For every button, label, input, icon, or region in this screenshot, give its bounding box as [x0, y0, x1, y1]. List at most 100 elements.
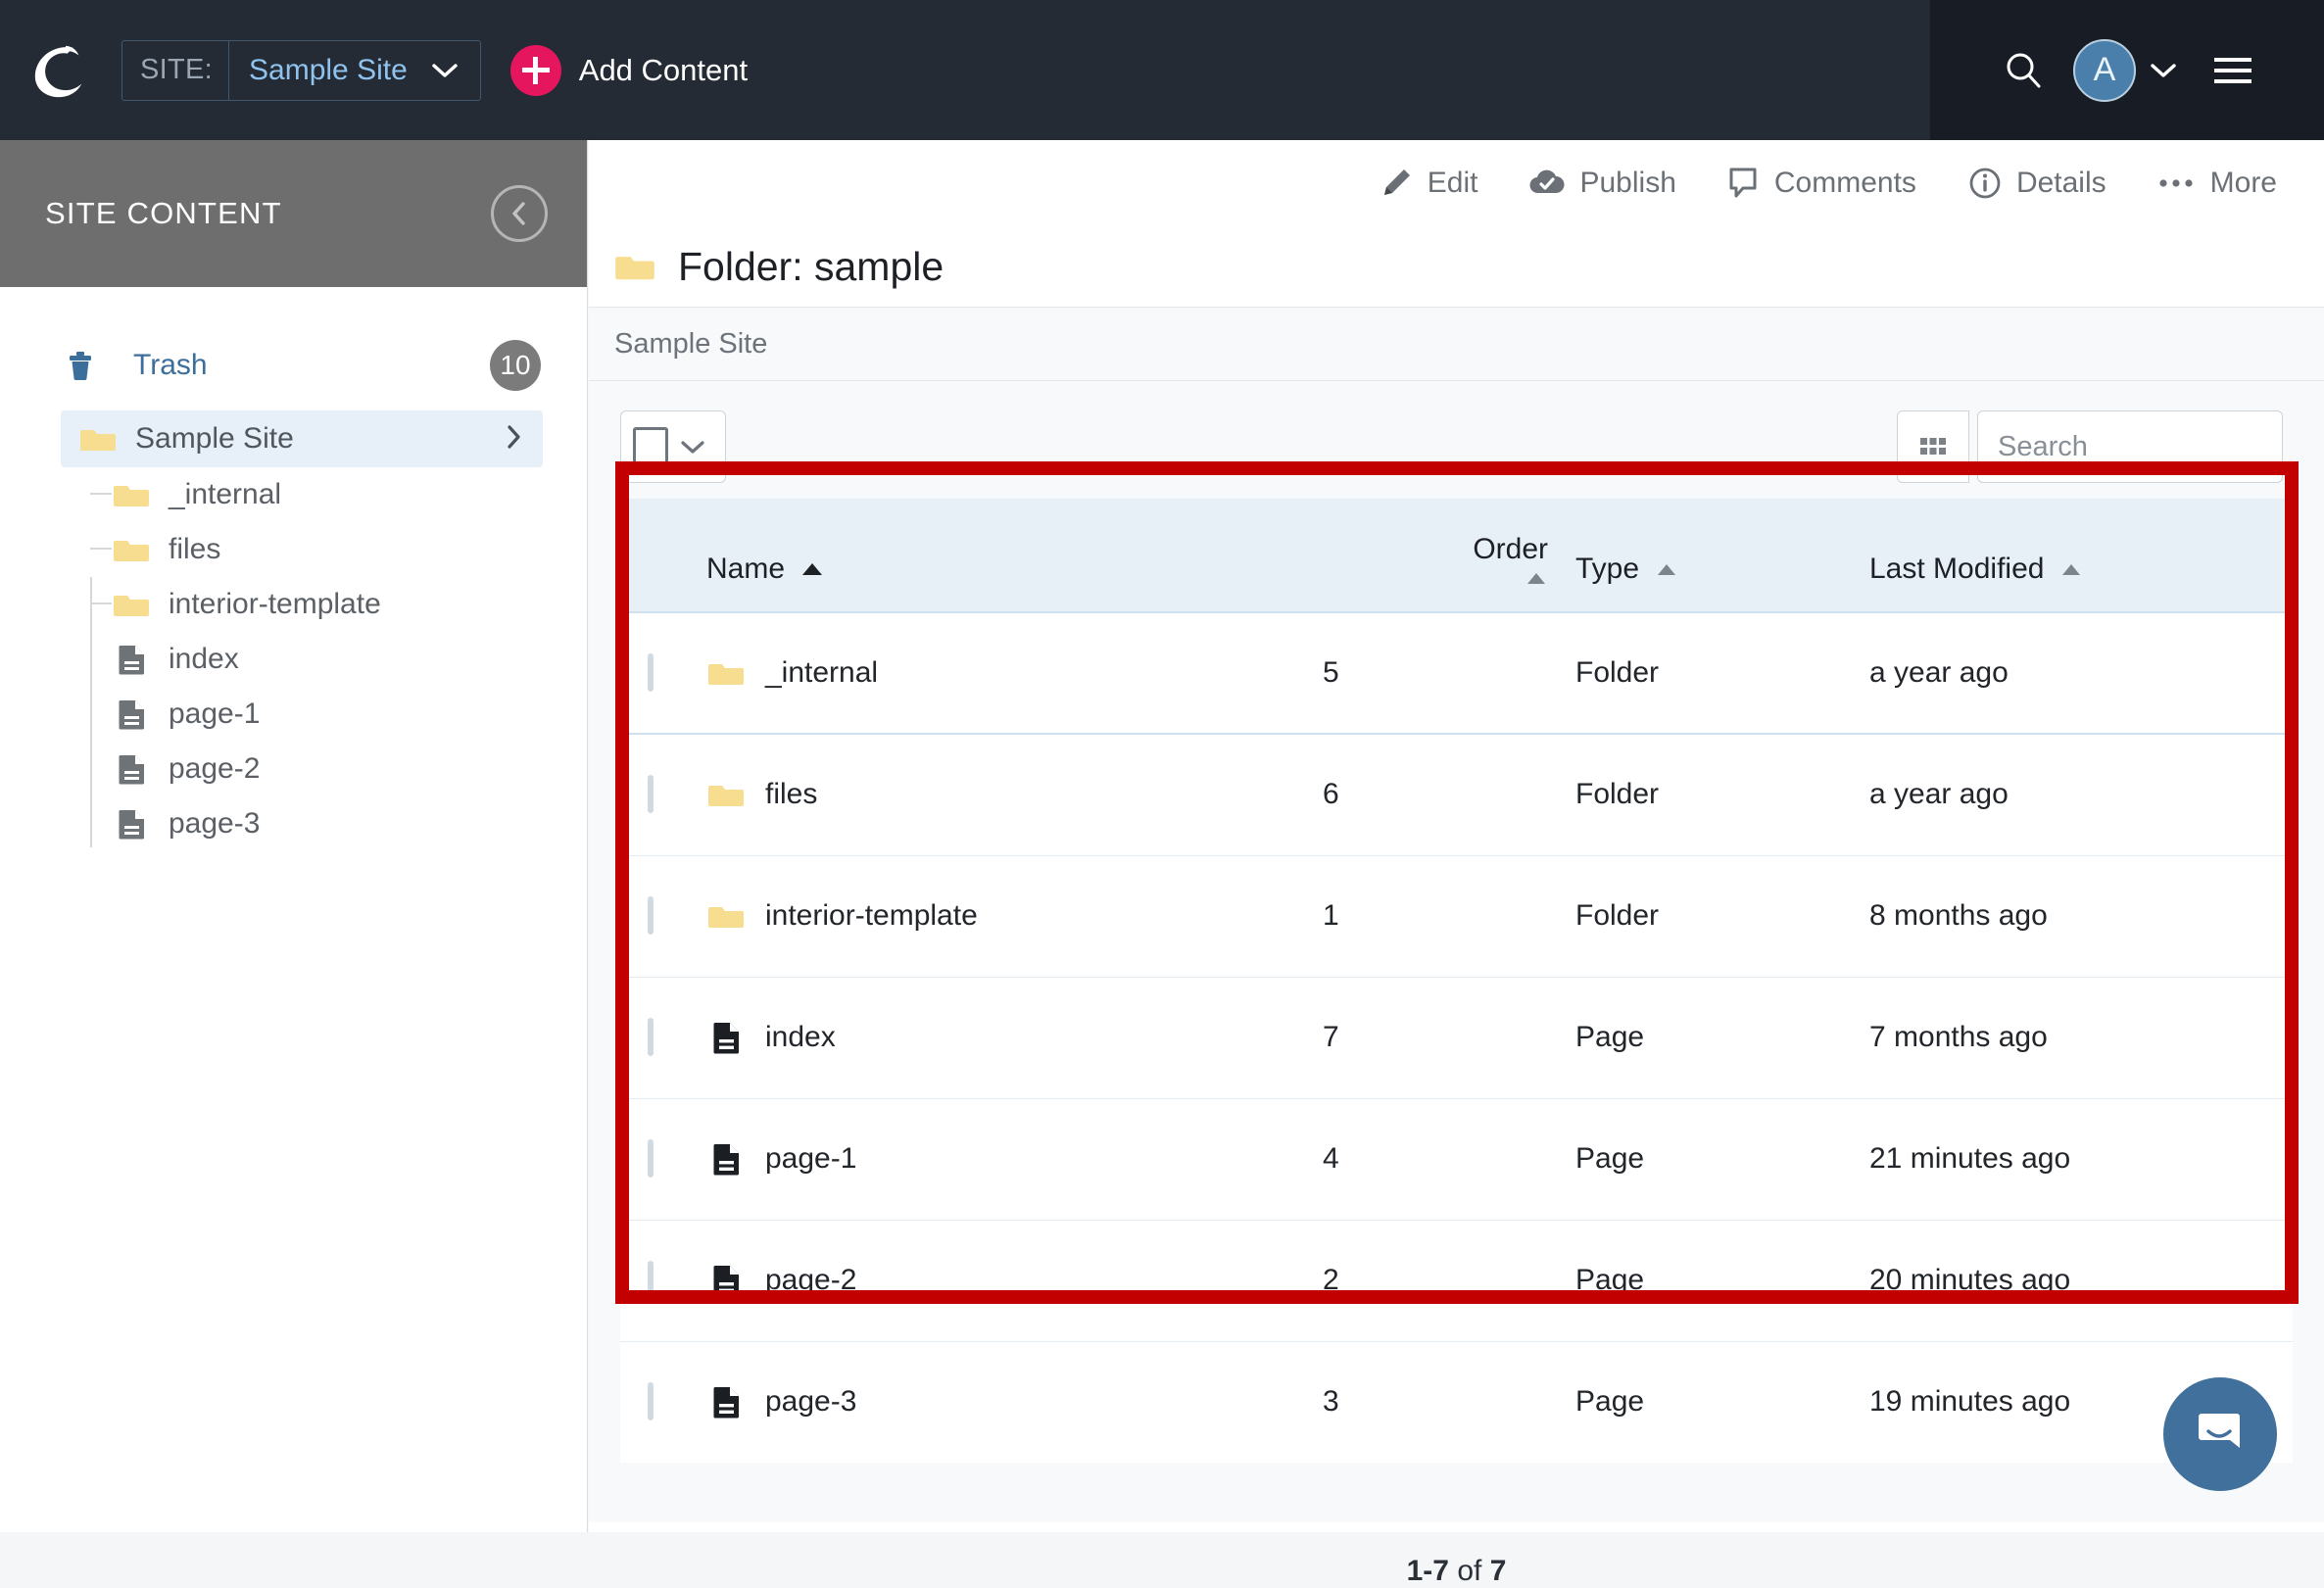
sidebar-item-sample-site[interactable]: Sample Site: [61, 410, 543, 467]
folder-icon: [706, 775, 746, 814]
sidebar-expand-chevron[interactable]: [504, 423, 525, 456]
trash-icon: [61, 346, 100, 385]
row-type-cell: Page: [1548, 1098, 1842, 1220]
page-header: Folder: sample: [589, 226, 2324, 307]
sidebar-item-page-2[interactable]: page-2: [0, 742, 587, 796]
row-name-cell[interactable]: index: [701, 977, 1323, 1098]
sidebar-item-index[interactable]: index: [0, 632, 587, 687]
comments-button[interactable]: Comments: [1727, 165, 1916, 202]
page-icon: [706, 1139, 746, 1179]
sort-asc-icon[interactable]: [1655, 561, 1678, 577]
hamburger-menu-icon: [2214, 69, 2251, 72]
sidebar-title: SITE CONTENT: [45, 196, 282, 231]
publish-button[interactable]: Publish: [1528, 166, 1675, 201]
app-logo[interactable]: [0, 0, 120, 140]
table-row[interactable]: page-3 3 Page 19 minutes ago: [620, 1341, 2293, 1463]
site-selector-label: SITE:: [122, 41, 229, 100]
folder-icon: [112, 475, 151, 514]
sidebar-collapse-button[interactable]: [491, 185, 548, 242]
site-selector[interactable]: SITE: Sample Site: [121, 40, 481, 101]
sidebar-item-label: Sample Site: [135, 422, 294, 456]
add-content-button[interactable]: Add Content: [510, 45, 748, 96]
folder-icon: [112, 585, 151, 624]
table-row[interactable]: page-2 2 Page 20 minutes ago: [620, 1220, 2293, 1341]
chevron-right-icon: [504, 423, 525, 451]
row-name-cell[interactable]: page-2: [701, 1220, 1323, 1341]
row-name-cell[interactable]: files: [701, 734, 1323, 855]
sort-asc-icon[interactable]: [1525, 570, 1548, 586]
chevron-down-icon: [431, 62, 459, 79]
search-button[interactable]: [1979, 0, 2067, 140]
row-type-cell: Folder: [1548, 612, 1842, 734]
row-checkbox[interactable]: [648, 775, 654, 813]
row-checkbox[interactable]: [648, 1261, 654, 1299]
row-modified-cell: a year ago: [1842, 612, 2293, 734]
row-order-cell: 3: [1323, 1341, 1548, 1463]
main-menu-button[interactable]: [2191, 0, 2275, 140]
breadcrumb-item[interactable]: Sample Site: [614, 328, 767, 361]
grid-view-button[interactable]: [1897, 410, 1969, 483]
sidebar-header: SITE CONTENT: [0, 140, 587, 287]
col-order[interactable]: Order: [1323, 499, 1548, 612]
table-row[interactable]: index 7 Page 7 months ago: [620, 977, 2293, 1098]
row-modified-cell: 8 months ago: [1842, 855, 2293, 977]
sidebar-item-_internal[interactable]: _internal: [0, 467, 587, 522]
tree-tick: [90, 602, 112, 604]
row-type-cell: Folder: [1548, 855, 1842, 977]
page-icon: [112, 749, 151, 789]
details-button[interactable]: Details: [1967, 166, 2106, 201]
sidebar-item-page-3[interactable]: page-3: [0, 796, 587, 851]
row-name-cell[interactable]: _internal: [701, 612, 1323, 734]
sort-asc-icon[interactable]: [2059, 561, 2083, 577]
col-last-modified[interactable]: Last Modified: [1842, 499, 2293, 612]
folder-icon: [706, 896, 746, 936]
row-name-cell[interactable]: page-3: [701, 1341, 1323, 1463]
sidebar-item-label: index: [169, 643, 239, 676]
table-row[interactable]: page-1 4 Page 21 minutes ago: [620, 1098, 2293, 1220]
site-content-tree: Trash 10 Sample Site _int: [0, 287, 587, 851]
page-title: Folder: sample: [678, 244, 944, 290]
select-all-dropdown[interactable]: [620, 410, 726, 483]
content-table: Name Order: [620, 499, 2293, 1463]
row-checkbox-cell: [620, 1341, 701, 1463]
chat-launcher-button[interactable]: [2163, 1377, 2277, 1491]
row-order-cell: 2: [1323, 1220, 1548, 1341]
search-input[interactable]: [1998, 431, 2282, 463]
avatar[interactable]: A: [2073, 39, 2136, 102]
col-name[interactable]: Name: [701, 499, 1323, 612]
sidebar-item-interior-template[interactable]: interior-template: [0, 577, 587, 632]
row-checkbox-cell: [620, 1220, 701, 1341]
edit-button[interactable]: Edit: [1379, 166, 1478, 201]
user-menu-caret[interactable]: [2136, 0, 2191, 140]
table-header-row: Name Order: [620, 499, 2293, 612]
ellipsis-icon: [2157, 176, 2197, 190]
row-checkbox[interactable]: [648, 1139, 654, 1178]
breadcrumb[interactable]: Sample Site: [589, 307, 2324, 381]
row-name-cell[interactable]: page-1: [701, 1098, 1323, 1220]
col-last-modified-label: Last Modified: [1869, 553, 2044, 586]
row-checkbox[interactable]: [648, 1018, 654, 1056]
row-name-cell[interactable]: interior-template: [701, 855, 1323, 977]
table-row[interactable]: _internal 5 Folder a year ago: [620, 612, 2293, 734]
search-box[interactable]: [1977, 410, 2283, 483]
plus-icon: [510, 45, 561, 96]
row-checkbox-cell: [620, 612, 701, 734]
table-row[interactable]: files 6 Folder a year ago: [620, 734, 2293, 855]
pencil-icon: [1379, 166, 1414, 201]
tree-tick: [90, 548, 112, 550]
more-button[interactable]: More: [2157, 167, 2277, 200]
table-row[interactable]: interior-template 1 Folder 8 months ago: [620, 855, 2293, 977]
col-type[interactable]: Type: [1548, 499, 1842, 612]
sidebar-item-page-1[interactable]: page-1: [0, 687, 587, 742]
pagination-range: 1-7: [1407, 1555, 1449, 1587]
row-checkbox[interactable]: [648, 896, 654, 935]
sidebar-item-files[interactable]: files: [0, 522, 587, 577]
sidebar-item-trash[interactable]: Trash 10: [0, 338, 587, 393]
row-checkbox[interactable]: [648, 1382, 654, 1420]
sort-asc-icon[interactable]: [800, 561, 824, 577]
table-footer: [620, 1463, 2293, 1517]
row-order-cell: 6: [1323, 734, 1548, 855]
sidebar-item-label: page-1: [169, 698, 260, 731]
checkbox-icon[interactable]: [633, 427, 668, 466]
row-checkbox[interactable]: [648, 653, 654, 692]
